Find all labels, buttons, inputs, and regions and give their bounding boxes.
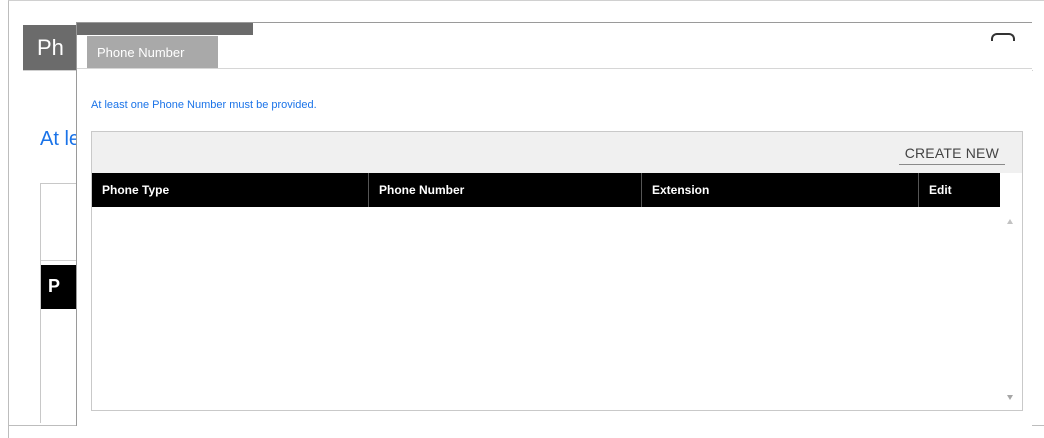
create-new-button[interactable]: CREATE NEW [898, 141, 1005, 165]
modal-title-bar [77, 23, 253, 35]
scroll-down-arrow-icon[interactable] [1007, 395, 1013, 400]
scroll-up-arrow-icon[interactable] [1007, 219, 1013, 224]
background-notice: At le [40, 128, 81, 150]
column-header-phone-number[interactable]: Phone Number [369, 173, 642, 207]
tab-phone-number[interactable]: Phone Number [87, 36, 218, 68]
phone-number-modal: Phone Number At least one Phone Number m… [76, 22, 1032, 426]
close-icon[interactable] [991, 33, 1015, 41]
grid-toolbar: CREATE NEW [92, 132, 1022, 173]
column-header-phone-type[interactable]: Phone Type [92, 173, 369, 207]
required-notice: At least one Phone Number must be provid… [91, 99, 317, 111]
phone-grid: CREATE NEW Phone Type Phone Number Exten… [91, 131, 1023, 411]
grid-body [92, 207, 1000, 410]
grid-header-row: Phone Type Phone Number Extension Edit [92, 173, 1000, 207]
grid-header-scroll-gap [1000, 173, 1022, 207]
grid-scrollbar[interactable] [1000, 207, 1022, 410]
column-header-edit[interactable]: Edit [919, 173, 1000, 207]
column-header-extension[interactable]: Extension [642, 173, 919, 207]
